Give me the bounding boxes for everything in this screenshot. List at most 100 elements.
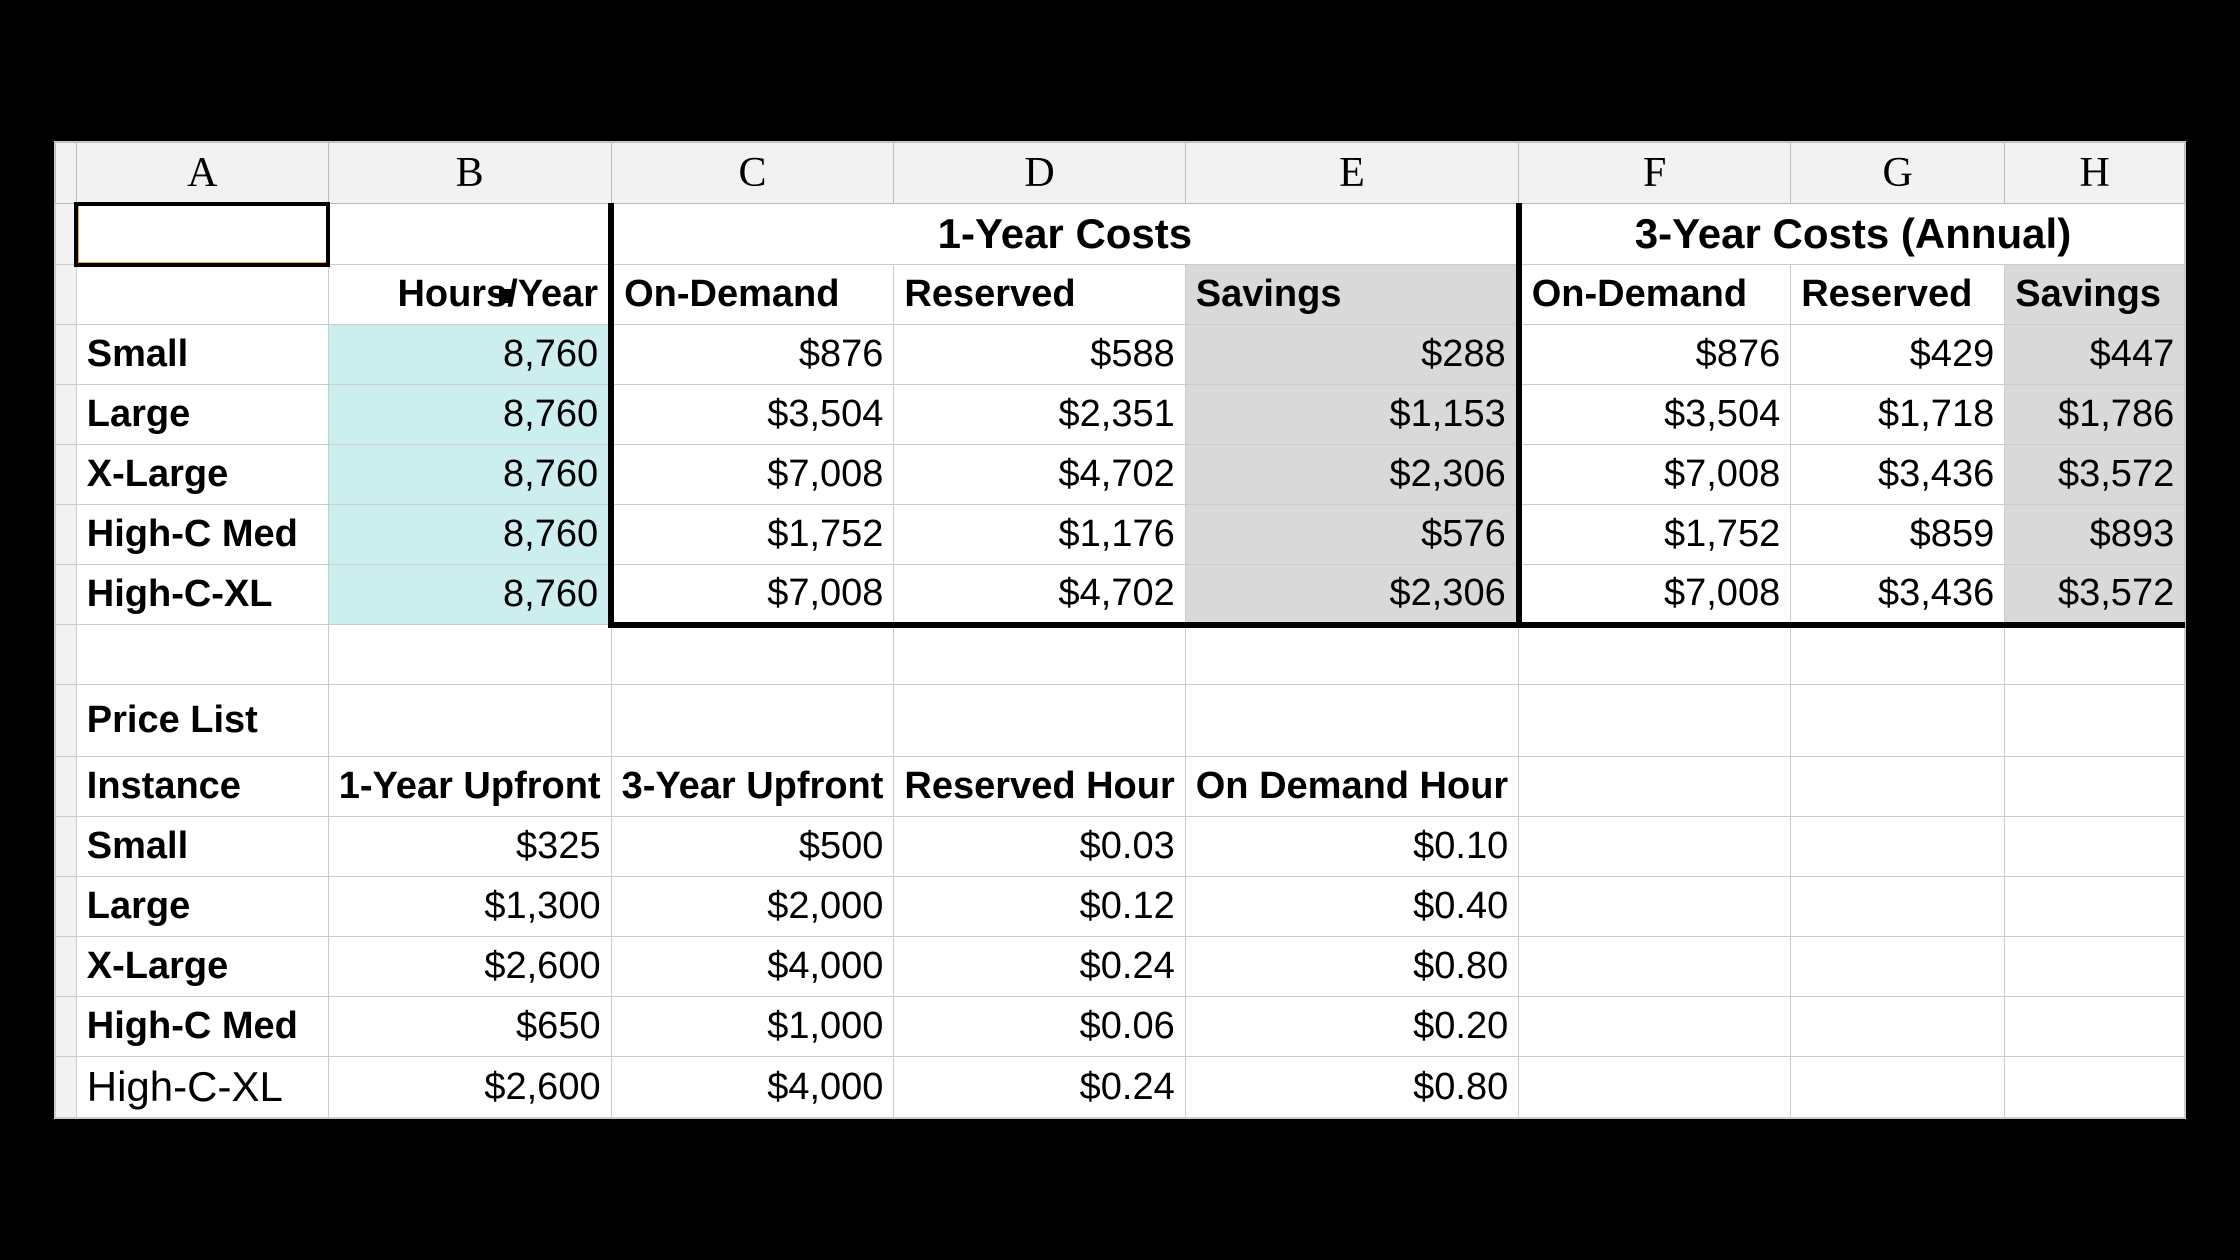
col-header-D[interactable]: D [894, 143, 1185, 204]
cell-B1[interactable] [328, 204, 611, 265]
price-1yr-upfront[interactable]: $650 [328, 997, 611, 1057]
instance-name[interactable]: High-C Med [76, 505, 328, 565]
row-header[interactable] [55, 565, 76, 625]
row-header[interactable] [55, 877, 76, 937]
ondemand-3y[interactable]: $7,008 [1519, 445, 1791, 505]
empty-cell[interactable] [1791, 685, 2005, 757]
ondemand-1y[interactable]: $3,504 [611, 385, 894, 445]
price-reserved-hr[interactable]: $0.06 [894, 997, 1185, 1057]
hours-cell[interactable]: 8,760 [328, 505, 611, 565]
price-ondemand-hr[interactable]: $0.10 [1185, 817, 1518, 877]
empty-cell[interactable] [2005, 1057, 2185, 1118]
savings-1y[interactable]: $1,153 [1185, 385, 1518, 445]
empty-cell[interactable] [1791, 1057, 2005, 1118]
empty-cell[interactable] [1519, 817, 1791, 877]
col-header-F[interactable]: F [1519, 143, 1791, 204]
savings-3y[interactable]: $1,786 [2005, 385, 2185, 445]
reserved-3y[interactable]: $1,718 [1791, 385, 2005, 445]
ondemand-3y[interactable]: $7,008 [1519, 565, 1791, 625]
price-1yr-upfront[interactable]: $1,300 [328, 877, 611, 937]
col-header-C[interactable]: C [611, 143, 894, 204]
row-header[interactable] [55, 937, 76, 997]
price-instance[interactable]: High-C-XL [76, 1057, 328, 1118]
empty-cell[interactable] [1519, 997, 1791, 1057]
savings-3y[interactable]: $3,572 [2005, 445, 2185, 505]
empty-cell[interactable] [2005, 685, 2185, 757]
col-header-E[interactable]: E [1185, 143, 1518, 204]
empty-cell[interactable] [1519, 937, 1791, 997]
hours-cell[interactable]: 8,760 [328, 565, 611, 625]
empty-cell[interactable] [894, 685, 1185, 757]
row-header[interactable] [55, 817, 76, 877]
hours-cell[interactable]: 8,760 [328, 445, 611, 505]
price-3yr-upfront[interactable]: $2,000 [611, 877, 894, 937]
reserved-3y[interactable]: $3,436 [1791, 445, 2005, 505]
ondemand-3y[interactable]: $1,752 [1519, 505, 1791, 565]
price-reserved-hr[interactable]: $0.24 [894, 1057, 1185, 1118]
empty-cell[interactable] [1519, 685, 1791, 757]
active-cell-A1[interactable] [76, 204, 328, 265]
row-header[interactable] [55, 757, 76, 817]
row-header[interactable] [55, 685, 76, 757]
empty-cell[interactable] [328, 685, 611, 757]
price-instance[interactable]: Large [76, 877, 328, 937]
empty-cell[interactable] [1185, 685, 1518, 757]
column-header-row[interactable]: A B C D E F G H [55, 143, 2184, 204]
price-ondemand-hr[interactable]: $0.40 [1185, 877, 1518, 937]
empty-cell[interactable] [1519, 625, 1791, 685]
price-reserved-hr[interactable]: $0.24 [894, 937, 1185, 997]
empty-cell[interactable] [1519, 757, 1791, 817]
empty-cell[interactable] [2005, 877, 2185, 937]
ondemand-3y[interactable]: $3,504 [1519, 385, 1791, 445]
empty-cell[interactable] [2005, 625, 2185, 685]
instance-name[interactable]: High-C-XL [76, 565, 328, 625]
cell-A2[interactable] [76, 265, 328, 325]
reserved-1y[interactable]: $1,176 [894, 505, 1185, 565]
reserved-1y[interactable]: $4,702 [894, 565, 1185, 625]
ondemand-1y[interactable]: $7,008 [611, 445, 894, 505]
reserved-3y[interactable]: $429 [1791, 325, 2005, 385]
hours-cell[interactable]: 8,760 [328, 385, 611, 445]
row-header[interactable] [55, 325, 76, 385]
price-3yr-upfront[interactable]: $500 [611, 817, 894, 877]
spreadsheet[interactable]: A B C D E F G H 1-Year Costs 3-Year Cost… [54, 141, 2186, 1119]
instance-name[interactable]: Small [76, 325, 328, 385]
price-reserved-hr[interactable]: $0.12 [894, 877, 1185, 937]
row-header[interactable] [55, 445, 76, 505]
empty-cell[interactable] [1519, 1057, 1791, 1118]
col-header-G[interactable]: G [1791, 143, 2005, 204]
reserved-1y[interactable]: $4,702 [894, 445, 1185, 505]
empty-cell[interactable] [1791, 877, 2005, 937]
empty-cell[interactable] [1791, 625, 2005, 685]
row-header[interactable] [55, 265, 76, 325]
row-header[interactable] [55, 625, 76, 685]
price-1yr-upfront[interactable]: $2,600 [328, 1057, 611, 1118]
price-1yr-upfront[interactable]: $325 [328, 817, 611, 877]
empty-cell[interactable] [1791, 997, 2005, 1057]
row-header[interactable] [55, 204, 76, 265]
savings-3y[interactable]: $893 [2005, 505, 2185, 565]
empty-cell[interactable] [1791, 817, 2005, 877]
price-1yr-upfront[interactable]: $2,600 [328, 937, 611, 997]
reserved-1y[interactable]: $2,351 [894, 385, 1185, 445]
row-header[interactable] [55, 997, 76, 1057]
selection-fill-handle[interactable] [499, 289, 513, 303]
spreadsheet-grid[interactable]: A B C D E F G H 1-Year Costs 3-Year Cost… [55, 142, 2185, 1118]
price-3yr-upfront[interactable]: $4,000 [611, 1057, 894, 1118]
empty-cell[interactable] [76, 625, 328, 685]
price-instance[interactable]: X-Large [76, 937, 328, 997]
hours-cell[interactable]: 8,760 [328, 325, 611, 385]
price-ondemand-hr[interactable]: $0.80 [1185, 1057, 1518, 1118]
price-instance[interactable]: High-C Med [76, 997, 328, 1057]
empty-cell[interactable] [1185, 625, 1518, 685]
empty-cell[interactable] [328, 625, 611, 685]
instance-name[interactable]: Large [76, 385, 328, 445]
empty-cell[interactable] [1791, 757, 2005, 817]
price-reserved-hr[interactable]: $0.03 [894, 817, 1185, 877]
col-header-H[interactable]: H [2005, 143, 2185, 204]
empty-cell[interactable] [1519, 877, 1791, 937]
price-ondemand-hr[interactable]: $0.20 [1185, 997, 1518, 1057]
ondemand-1y[interactable]: $876 [611, 325, 894, 385]
empty-cell[interactable] [894, 625, 1185, 685]
price-instance[interactable]: Small [76, 817, 328, 877]
